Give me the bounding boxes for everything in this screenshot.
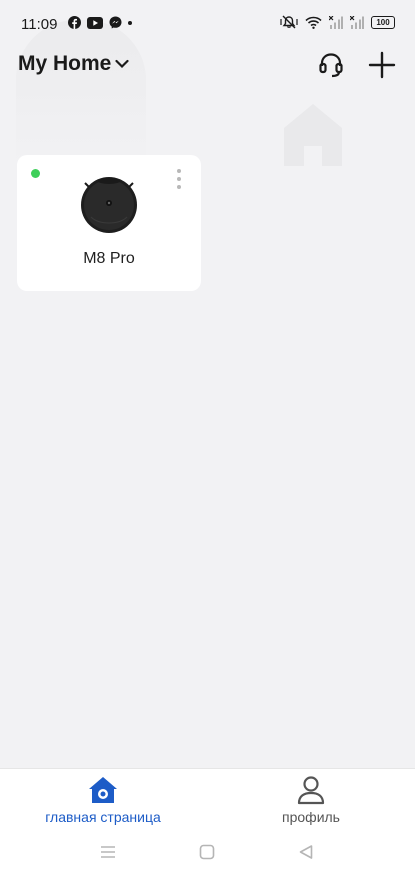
notification-icons	[68, 16, 132, 29]
youtube-icon	[87, 16, 103, 29]
robot-vacuum-icon	[81, 177, 137, 233]
device-more-button[interactable]	[171, 167, 187, 191]
nav-profile-label: профиль	[282, 809, 340, 825]
app-header: My Home	[0, 48, 415, 88]
user-icon	[297, 776, 325, 805]
home-selector[interactable]: My Home	[18, 52, 129, 76]
nav-profile-tab[interactable]: профиль	[221, 773, 401, 827]
chevron-down-icon	[115, 59, 129, 69]
dot-icon	[128, 20, 132, 25]
device-card[interactable]: M8 Pro	[17, 155, 201, 291]
status-bar: 11:09 100	[0, 0, 415, 48]
headset-icon	[319, 53, 343, 78]
recent-apps-button[interactable]	[96, 840, 120, 864]
more-dot-icon	[177, 185, 181, 189]
home-name: My Home	[18, 52, 112, 75]
signal-icon	[329, 15, 343, 29]
mute-vibrate-icon	[280, 15, 298, 29]
home-icon	[89, 777, 117, 803]
nav-home-label: главная страница	[45, 809, 161, 825]
status-time: 11:09	[21, 16, 58, 33]
signal-icon	[350, 15, 364, 29]
wifi-icon	[305, 16, 322, 29]
system-back-button[interactable]	[294, 840, 318, 864]
add-device-button[interactable]	[365, 48, 399, 82]
plus-icon	[368, 51, 396, 79]
bottom-navigation: главная страница профиль	[0, 768, 415, 829]
more-dot-icon	[177, 177, 181, 181]
system-home-button[interactable]	[195, 840, 219, 864]
messenger-icon	[109, 16, 122, 29]
online-status-indicator	[31, 169, 40, 178]
menu-icon	[101, 846, 115, 858]
home-square-icon	[199, 844, 215, 860]
facebook-icon	[68, 16, 81, 29]
device-name: M8 Pro	[83, 250, 135, 267]
more-dot-icon	[177, 169, 181, 173]
nav-home-tab[interactable]: главная страница	[13, 773, 193, 827]
battery-indicator: 100	[371, 15, 395, 29]
system-status-icons: 100	[280, 15, 395, 29]
house-watermark-icon	[284, 104, 342, 166]
back-triangle-icon	[299, 845, 313, 859]
system-navigation-bar	[0, 828, 415, 876]
support-button[interactable]	[314, 48, 348, 82]
